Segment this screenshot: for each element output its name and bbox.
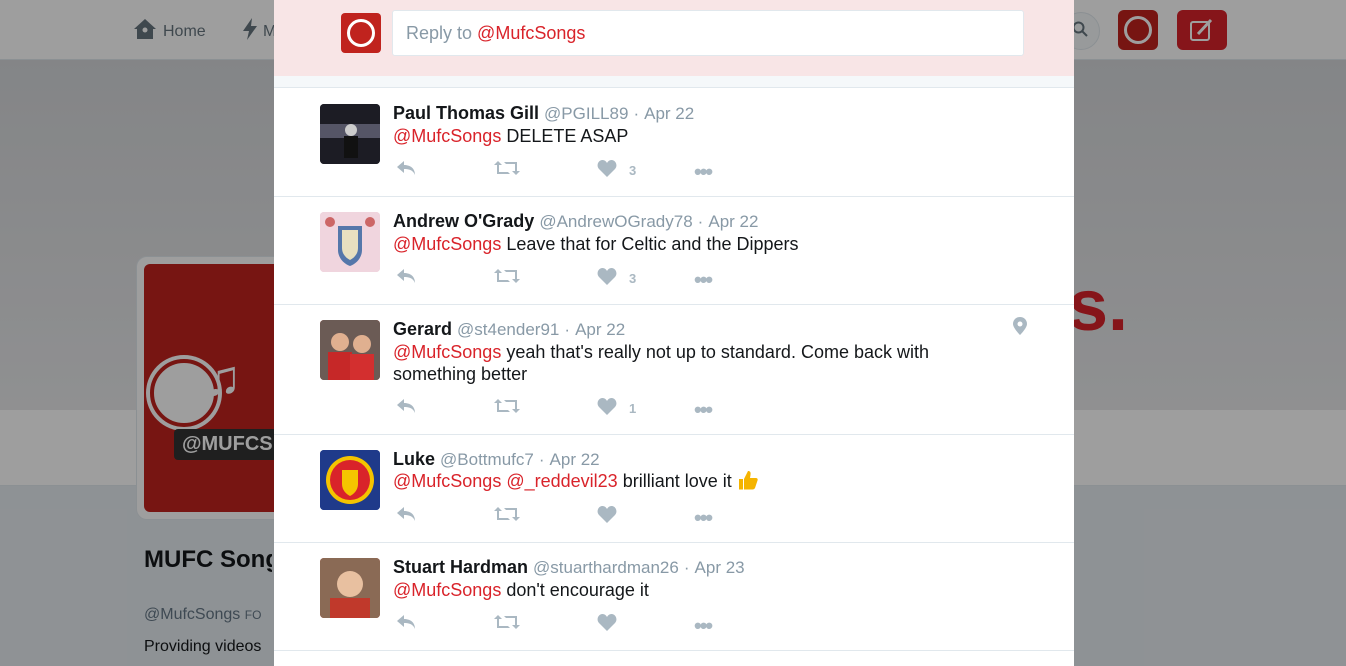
- retweet-icon[interactable]: [494, 505, 520, 523]
- location-pin-icon[interactable]: [1013, 317, 1027, 340]
- tweet-date[interactable]: Apr 22: [644, 104, 694, 123]
- author-handle[interactable]: @PGILL89: [544, 104, 628, 123]
- tweet-date[interactable]: Apr 23: [695, 558, 745, 577]
- heart-icon: [597, 397, 617, 420]
- mention-link[interactable]: @MufcSongs: [393, 580, 501, 600]
- more-icon[interactable]: •••: [694, 159, 713, 185]
- mention-link[interactable]: @_reddevil23: [506, 471, 617, 491]
- thumbs-up-icon: [737, 469, 759, 491]
- tweet-date[interactable]: Apr 22: [575, 320, 625, 339]
- reply-box: Reply to @MufcSongs: [274, 0, 1074, 76]
- more-icon[interactable]: •••: [694, 613, 713, 639]
- reply-icon[interactable]: [395, 159, 417, 177]
- more-icon[interactable]: •••: [694, 397, 713, 423]
- author-handle[interactable]: @Bottmufc7: [440, 450, 534, 469]
- avatar[interactable]: [320, 558, 380, 618]
- tweet-actions: 1 •••: [393, 397, 753, 423]
- author-handle[interactable]: @stuarthardman26: [533, 558, 679, 577]
- retweet-icon[interactable]: [494, 159, 520, 177]
- reply-tweet[interactable]: Andrew O'Grady @AndrewOGrady78 · Apr 22 …: [274, 197, 1074, 305]
- author-name[interactable]: Paul Thomas Gill: [393, 103, 539, 123]
- tweet-text: @MufcSongs yeah that's really not up to …: [393, 342, 929, 384]
- author-handle[interactable]: @AndrewOGrady78: [539, 212, 692, 231]
- reply-tweet[interactable]: Gerard @st4ender91 · Apr 22 @MufcSongs y…: [274, 305, 1074, 435]
- tweet-date[interactable]: Apr 22: [550, 450, 600, 469]
- tweet-actions: •••: [393, 505, 753, 531]
- mention-link[interactable]: @MufcSongs: [393, 126, 501, 146]
- author-handle[interactable]: @st4ender91: [457, 320, 559, 339]
- like-button[interactable]: [597, 613, 617, 636]
- more-icon[interactable]: •••: [694, 267, 713, 293]
- tweet-actions: 3 •••: [393, 159, 753, 185]
- reply-icon[interactable]: [395, 505, 417, 523]
- avatar[interactable]: [320, 104, 380, 164]
- reply-icon[interactable]: [395, 267, 417, 285]
- author-name[interactable]: Gerard: [393, 319, 452, 339]
- mention-link[interactable]: @MufcSongs: [393, 342, 501, 362]
- mention-link[interactable]: @MufcSongs: [393, 471, 501, 491]
- reply-avatar: [341, 13, 381, 53]
- tweet-date[interactable]: Apr 22: [708, 212, 758, 231]
- tweet-actions: 3 •••: [393, 267, 753, 293]
- heart-icon: [597, 613, 617, 636]
- avatar[interactable]: [320, 212, 380, 272]
- avatar[interactable]: [320, 320, 380, 380]
- like-button[interactable]: 3: [597, 159, 636, 182]
- reply-tweet[interactable]: Stuart Hardman @stuarthardman26 · Apr 23…: [274, 543, 1074, 651]
- like-button[interactable]: [597, 505, 617, 528]
- heart-icon: [597, 267, 617, 290]
- author-name[interactable]: Stuart Hardman: [393, 557, 528, 577]
- tweet-text: @MufcSongs don't encourage it: [393, 580, 649, 600]
- retweet-icon[interactable]: [494, 397, 520, 415]
- heart-icon: [597, 159, 617, 182]
- author-name[interactable]: Andrew O'Grady: [393, 211, 534, 231]
- reply-input[interactable]: Reply to @MufcSongs: [392, 10, 1024, 56]
- heart-icon: [597, 505, 617, 528]
- tweet-text: @MufcSongs DELETE ASAP: [393, 126, 629, 146]
- tweet-actions: •••: [393, 613, 753, 639]
- tweet-text: @MufcSongs @_reddevil23 brilliant love i…: [393, 469, 1013, 492]
- reply-icon[interactable]: [395, 613, 417, 631]
- like-button[interactable]: 3: [597, 267, 636, 290]
- author-name[interactable]: Luke: [393, 449, 435, 469]
- like-count: 3: [629, 271, 637, 286]
- tweet-detail-modal: Reply to @MufcSongs Paul Thomas Gill @PG…: [274, 0, 1074, 666]
- avatar[interactable]: [320, 450, 380, 510]
- retweet-icon[interactable]: [494, 613, 520, 631]
- more-icon[interactable]: •••: [694, 505, 713, 531]
- mention-link[interactable]: @MufcSongs: [393, 234, 501, 254]
- like-count: 3: [629, 163, 637, 178]
- tweet-text: @MufcSongs Leave that for Celtic and the…: [393, 234, 799, 254]
- reply-tweet[interactable]: Luke @Bottmufc7 · Apr 22 @MufcSongs @_re…: [274, 435, 1074, 543]
- like-button[interactable]: 1: [597, 397, 636, 420]
- retweet-icon[interactable]: [494, 267, 520, 285]
- like-count: 1: [629, 401, 637, 416]
- reply-icon[interactable]: [395, 397, 417, 415]
- reply-tweet[interactable]: Paul Thomas Gill @PGILL89 · Apr 22 @Mufc…: [274, 89, 1074, 197]
- replies-separator: [274, 76, 1074, 88]
